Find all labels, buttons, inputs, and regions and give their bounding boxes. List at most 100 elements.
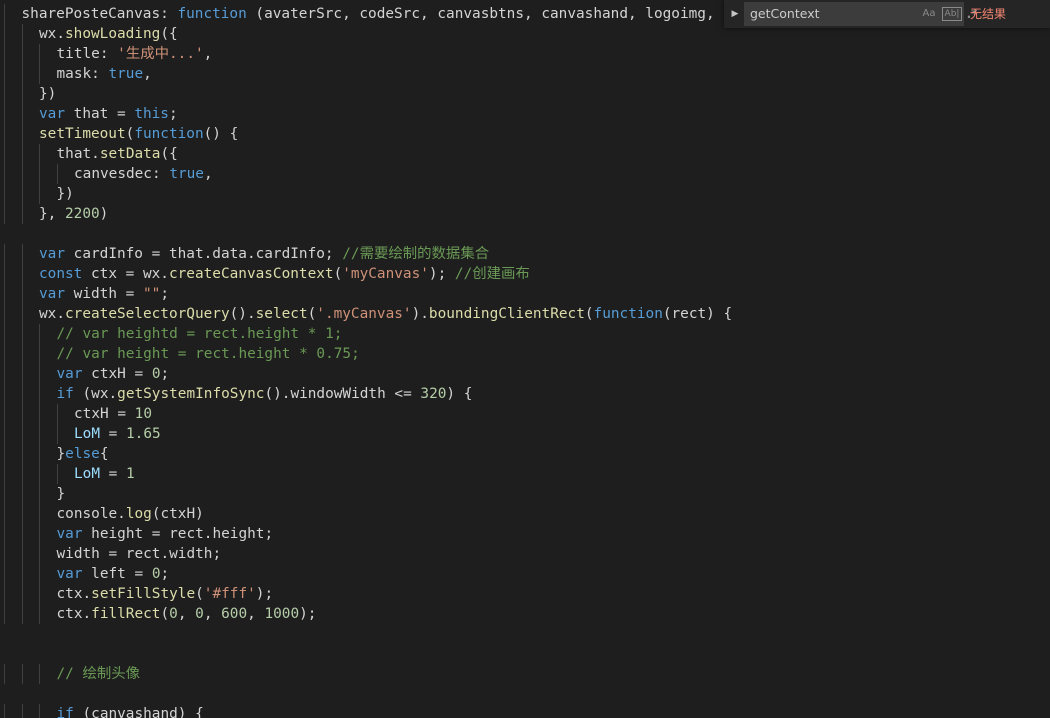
code-token: ({ [160,26,178,42]
indent-guide [21,324,23,344]
code-line[interactable]: var width = ""; [0,284,1050,304]
code-token: }) [56,186,74,202]
code-line[interactable]: var left = 0; [0,564,1050,584]
code-line[interactable]: }, 2200) [0,204,1050,224]
code-token: ); [299,606,317,622]
code-token: ctxH = [82,366,152,382]
code-token: width = rect.width; [56,546,222,562]
code-token: ({ [160,146,178,162]
code-token: ctx. [56,606,92,622]
code-line[interactable]: if (wx.getSystemInfoSync().windowWidth <… [0,384,1050,404]
code-line[interactable]: mask: true, [0,64,1050,84]
code-line[interactable]: ctx.fillRect(0, 0, 600, 1000); [0,604,1050,624]
chevron-right-icon[interactable]: ▶ [728,6,742,22]
indent-guide [21,124,23,144]
code-line[interactable]: var that = this; [0,104,1050,124]
code-token: "" [142,286,161,302]
indent-guide [21,184,23,204]
code-token: var [56,526,83,542]
code-token: width = [65,286,143,302]
find-input[interactable]: getContext Aa Ab| .* [744,2,977,26]
indent-guide [4,264,5,284]
code-area[interactable]: sharePosteCanvas: function (avaterSrc, c… [0,4,1050,718]
code-line[interactable]: width = rect.width; [0,544,1050,564]
code-token: 'myCanvas' [342,266,429,282]
code-line[interactable]: LoM = 1 [0,464,1050,484]
indent-guide [39,384,40,404]
code-line[interactable]: // var height = rect.height * 0.75; [0,344,1050,364]
code-line[interactable] [0,224,1050,244]
indent-guide [4,544,5,564]
code-line-content: setTimeout(function() { [39,124,238,144]
code-token: getSystemInfoSync [117,386,265,402]
code-line[interactable]: setTimeout(function() { [0,124,1050,144]
code-line[interactable] [0,644,1050,664]
code-token: var [56,566,83,582]
code-line[interactable]: var cardInfo = that.data.cardInfo; //需要绘… [0,244,1050,264]
code-token: ; [168,106,178,122]
code-line[interactable]: canvesdec: true, [0,164,1050,184]
whole-word-toggle[interactable]: Ab| [942,7,962,21]
code-token: = [100,466,126,482]
code-token: function [593,306,663,322]
code-token: 10 [134,406,152,422]
code-token: log [125,506,152,522]
code-line[interactable]: ctxH = 10 [0,404,1050,424]
indent-guide [39,664,40,684]
indent-guide [4,664,5,684]
code-line[interactable]: ctx.setFillStyle('#fff'); [0,584,1050,604]
code-line[interactable]: }) [0,184,1050,204]
code-line[interactable] [0,684,1050,704]
code-token: setTimeout [39,126,126,142]
indent-guide [4,604,5,624]
indent-guide [39,184,40,204]
code-line[interactable]: if (canvashand) { [0,704,1050,718]
code-editor[interactable]: sharePosteCanvas: function (avaterSrc, c… [0,0,1050,718]
code-line[interactable]: } [0,484,1050,504]
code-token: canvesdec: [74,166,170,182]
indent-guide [21,204,23,224]
code-token: else [65,446,100,462]
indent-guide [56,164,58,184]
indent-guide [4,344,5,364]
code-token: ( [307,306,317,322]
indent-guide [4,284,5,304]
code-line-content: if (wx.getSystemInfoSync().windowWidth <… [57,384,473,404]
code-line[interactable]: wx.createSelectorQuery().select('.myCanv… [0,304,1050,324]
code-line[interactable]: that.setData({ [0,144,1050,164]
code-line[interactable]: title: '生成中...', [0,44,1050,64]
indent-guide [4,584,5,604]
indent-guide [4,84,5,104]
code-line[interactable] [0,624,1050,644]
code-line[interactable]: // var heightd = rect.height * 1; [0,324,1050,344]
code-token: var [39,246,65,262]
code-token: // var heightd = rect.height * 1; [56,326,343,342]
code-line[interactable]: var ctxH = 0; [0,364,1050,384]
code-line-content: LoM = 1 [74,464,135,484]
code-line[interactable]: LoM = 1.65 [0,424,1050,444]
indent-guide [39,604,40,624]
code-line-content: wx.showLoading({ [39,24,178,44]
code-line-content: }) [39,84,56,104]
indent-guide [4,244,5,264]
code-line[interactable]: // 绘制头像 [0,664,1050,684]
indent-guide [4,444,5,464]
code-token: title: [56,46,118,62]
code-line[interactable]: console.log(ctxH) [0,504,1050,524]
code-line-content: var cardInfo = that.data.cardInfo; //需要绘… [39,244,489,264]
match-case-toggle[interactable]: Aa [920,6,938,22]
indent-guide [39,324,40,344]
indent-guide [4,104,5,124]
find-input-value[interactable]: getContext [750,2,820,26]
code-line[interactable]: }else{ [0,444,1050,464]
code-line[interactable]: }) [0,84,1050,104]
indent-guide [21,44,23,64]
indent-guide [56,464,58,484]
code-token: ctx. [56,586,92,602]
indent-guide [39,64,40,84]
code-token: (canvashand) { [73,706,204,718]
code-line[interactable]: var height = rect.height; [0,524,1050,544]
code-line[interactable]: const ctx = wx.createCanvasContext('myCa… [0,264,1050,284]
indent-guide [4,364,5,384]
indent-guide [21,504,23,524]
